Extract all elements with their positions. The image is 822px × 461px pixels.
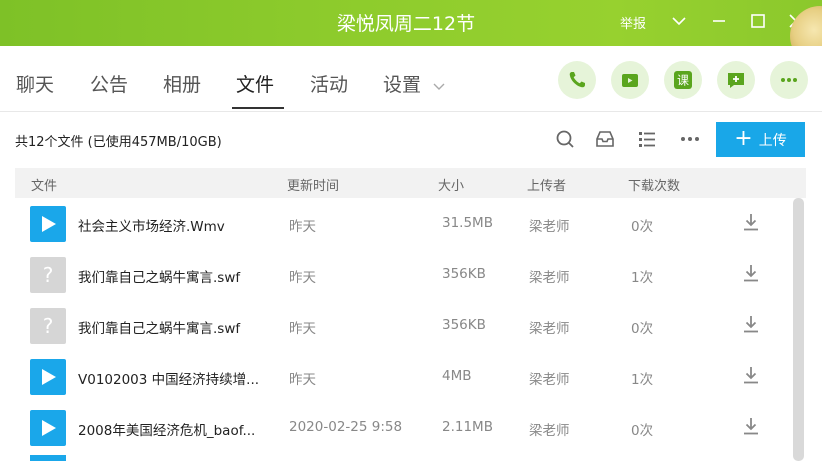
download-icon[interactable] <box>741 212 761 232</box>
upload-button[interactable]: + 上传 <box>716 122 805 157</box>
video-file-icon <box>30 206 66 242</box>
window-title: 梁悦凤周二12节 <box>336 13 476 35</box>
title-bar[interactable]: 梁悦凤周二12节 举报 <box>0 0 822 66</box>
download-icon[interactable] <box>741 416 761 436</box>
search-icon[interactable] <box>554 128 576 150</box>
file-table-header: 文件 更新时间 大小 上传者 下载次数 <box>15 168 806 198</box>
more-actions-button[interactable] <box>770 61 808 99</box>
phone-call-button[interactable] <box>558 61 596 99</box>
video-file-icon <box>30 455 66 461</box>
storage-summary: 共12个文件 (已使用457MB/10GB) <box>15 135 222 150</box>
file-size: 356KB <box>442 266 486 282</box>
file-downloads: 0次 <box>631 423 654 439</box>
tab-chat[interactable]: 聊天 <box>16 70 54 97</box>
file-row[interactable]: ? 我们靠自己之蜗牛寓言.swf 昨天 356KB 梁老师 1次 <box>15 249 791 300</box>
file-size: 4MB <box>442 368 472 384</box>
file-row[interactable]: V0102003 中国经济持续增... 昨天 4MB 梁老师 1次 <box>15 351 791 402</box>
add-message-button[interactable] <box>717 61 755 99</box>
file-name[interactable]: 我们靠自己之蜗牛寓言.swf <box>78 266 278 286</box>
file-uploader: 梁老师 <box>529 372 570 388</box>
add-message-icon <box>728 73 744 88</box>
file-uploader: 梁老师 <box>529 321 570 337</box>
tab-announcements[interactable]: 公告 <box>90 70 128 97</box>
file-row[interactable]: 社会主义市场经济.Wmv 昨天 31.5MB 梁老师 0次 <box>15 198 791 249</box>
unknown-file-icon: ? <box>30 257 66 293</box>
phone-icon <box>569 72 585 88</box>
file-downloads: 1次 <box>631 372 654 388</box>
file-updated: 昨天 <box>289 372 316 388</box>
report-button[interactable]: 举报 <box>620 13 646 32</box>
video-file-icon <box>30 410 66 446</box>
download-icon[interactable] <box>741 365 761 385</box>
dropdown-chevron-icon[interactable] <box>668 10 690 32</box>
tab-bar: 聊天 公告 相册 文件 活动 设置 课 <box>0 46 822 112</box>
tab-album[interactable]: 相册 <box>163 70 201 97</box>
list-view-icon[interactable] <box>636 128 658 150</box>
file-name[interactable]: V0102003 中国经济持续增... <box>78 368 278 388</box>
file-row[interactable]: ? 我们靠自己之蜗牛寓言.swf 昨天 356KB 梁老师 0次 <box>15 300 791 351</box>
lesson-icon: 课 <box>674 71 692 89</box>
tab-settings[interactable]: 设置 <box>383 70 421 97</box>
group-chat-window: 梁悦凤周二12节 举报 聊天 公告 相册 文件 活动 设置 课 共12个文件 (… <box>0 0 822 461</box>
file-updated: 昨天 <box>289 219 316 235</box>
video-file-icon <box>30 359 66 395</box>
file-size: 356KB <box>442 317 486 333</box>
minimize-icon[interactable] <box>708 10 730 32</box>
file-downloads: 0次 <box>631 321 654 337</box>
column-updated[interactable]: 更新时间 <box>287 175 339 194</box>
maximize-icon[interactable] <box>747 10 769 32</box>
file-uploader: 梁老师 <box>529 423 570 439</box>
download-icon[interactable] <box>741 314 761 334</box>
file-name[interactable]: 2008年美国经济危机_baof... <box>78 419 278 439</box>
scrollbar-thumb[interactable] <box>793 198 804 461</box>
upload-label: 上传 <box>758 132 787 149</box>
file-uploader: 梁老师 <box>529 219 570 235</box>
plus-icon: + <box>734 125 753 151</box>
active-tab-indicator <box>232 107 284 109</box>
file-updated: 昨天 <box>289 270 316 286</box>
file-uploader: 梁老师 <box>529 270 570 286</box>
column-file[interactable]: 文件 <box>31 175 57 194</box>
column-downloads[interactable]: 下载次数 <box>628 175 680 194</box>
settings-chevron-icon[interactable] <box>432 76 446 90</box>
video-call-button[interactable] <box>611 61 649 99</box>
column-uploader[interactable]: 上传者 <box>527 175 566 194</box>
svg-text:?: ? <box>43 314 54 338</box>
unknown-file-icon: ? <box>30 308 66 344</box>
file-updated: 2020-02-25 9:58 <box>289 419 403 435</box>
tab-files[interactable]: 文件 <box>236 70 274 97</box>
file-row[interactable]: 2008年美国经济危机_baof... 2020-02-25 9:58 2.11… <box>15 402 791 453</box>
file-size: 2.11MB <box>442 419 493 435</box>
more-options-icon[interactable] <box>679 128 701 150</box>
svg-text:课: 课 <box>677 74 689 88</box>
column-size[interactable]: 大小 <box>438 175 464 194</box>
download-icon[interactable] <box>741 263 761 283</box>
file-size: 31.5MB <box>442 215 493 231</box>
more-icon <box>781 78 797 82</box>
file-name[interactable]: 社会主义市场经济.Wmv <box>78 215 278 235</box>
svg-text:?: ? <box>43 263 54 287</box>
file-updated: 昨天 <box>289 321 316 337</box>
file-name[interactable]: 我们靠自己之蜗牛寓言.swf <box>78 317 278 337</box>
file-downloads: 1次 <box>631 270 654 286</box>
lesson-button[interactable]: 课 <box>664 61 702 99</box>
video-call-icon <box>622 74 638 87</box>
inbox-icon[interactable] <box>594 128 616 150</box>
file-downloads: 0次 <box>631 219 654 235</box>
tab-activities[interactable]: 活动 <box>310 70 348 97</box>
